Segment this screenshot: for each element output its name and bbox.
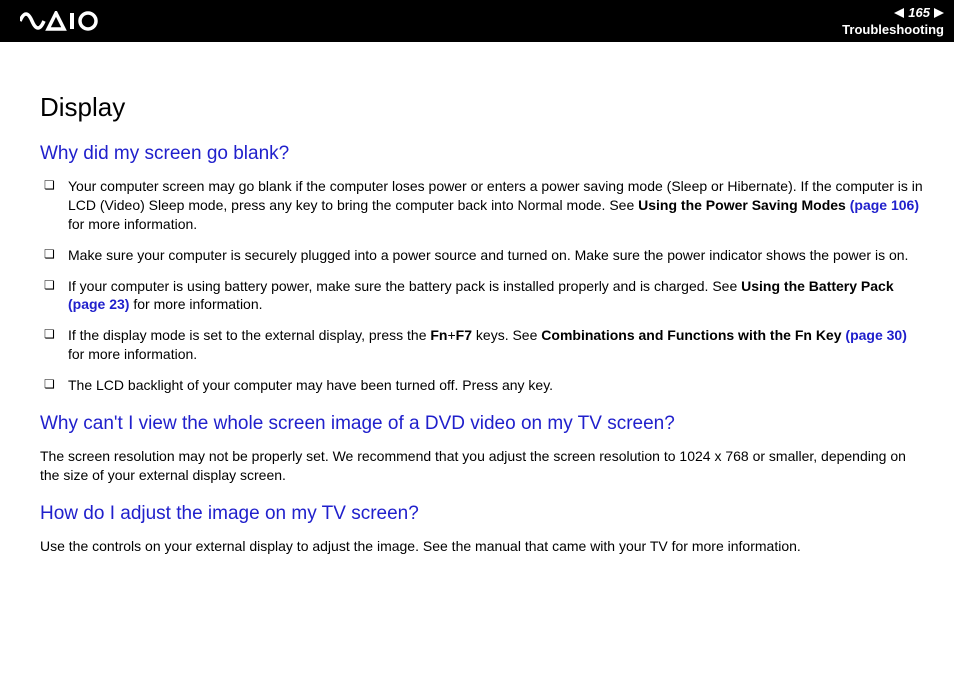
question-3-body: Use the controls on your external displa… (40, 537, 924, 556)
page-nav: 165 (842, 5, 944, 20)
next-page-icon[interactable] (934, 8, 944, 18)
question-1-list: Your computer screen may go blank if the… (40, 177, 924, 395)
list-item: If the display mode is set to the extern… (40, 326, 924, 364)
question-2-body: The screen resolution may not be properl… (40, 447, 924, 485)
page-link[interactable]: (page 106) (850, 197, 919, 213)
header-right: 165 Troubleshooting (842, 5, 944, 37)
list-item: The LCD backlight of your computer may h… (40, 376, 924, 395)
header-bar: 165 Troubleshooting (0, 0, 954, 42)
page-title: Display (40, 92, 924, 123)
section-name: Troubleshooting (842, 22, 944, 37)
vaio-logo (20, 11, 110, 31)
prev-page-icon[interactable] (894, 8, 904, 18)
list-item: Your computer screen may go blank if the… (40, 177, 924, 234)
page-number: 165 (908, 5, 930, 20)
page-link[interactable]: (page 30) (845, 327, 906, 343)
page-link[interactable]: (page 23) (68, 296, 129, 312)
question-1-title: Why did my screen go blank? (40, 143, 924, 165)
question-2-title: Why can't I view the whole screen image … (40, 413, 924, 435)
list-item: Make sure your computer is securely plug… (40, 246, 924, 265)
page-content: Display Why did my screen go blank? Your… (0, 42, 954, 586)
question-3-title: How do I adjust the image on my TV scree… (40, 503, 924, 525)
list-item: If your computer is using battery power,… (40, 277, 924, 315)
